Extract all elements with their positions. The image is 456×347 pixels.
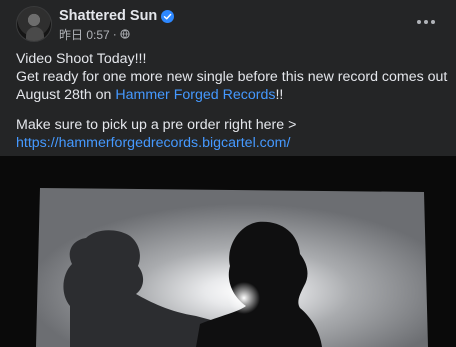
more-options-button[interactable] [412, 8, 440, 36]
post-meta: 昨日 0:57 · [59, 26, 130, 42]
post-text-line: Get ready for one more new single before… [16, 69, 448, 85]
more-options-icon [430, 20, 435, 24]
more-options-icon [417, 20, 422, 24]
hammer-forged-records-link[interactable]: Hammer Forged Records [115, 87, 275, 103]
post-text-line: August 28th on Hammer Forged Records!! [16, 86, 446, 104]
facebook-post: Shattered Sun 昨日 0:57 · Video Shoot Toda… [0, 0, 456, 347]
post-text-line: Video Shoot Today!!! [16, 51, 147, 67]
post-photo-image [0, 156, 456, 347]
post-text-line: Make sure to pick up a pre order right h… [16, 117, 297, 133]
verified-badge-icon [161, 9, 175, 23]
post-photo[interactable] [0, 156, 456, 347]
post-text: Video Shoot Today!!! Get ready for one m… [16, 50, 448, 152]
meta-separator: · [112, 27, 117, 41]
author-avatar[interactable] [16, 6, 52, 42]
post-header: Shattered Sun 昨日 0:57 · [16, 4, 440, 44]
author-row: Shattered Sun [59, 7, 175, 25]
post-text-segment: August 28th on [16, 87, 116, 103]
preorder-link-line: https://hammerforgedrecords.bigcartel.co… [16, 134, 446, 152]
more-options-icon [424, 20, 428, 24]
post-text-segment: !! [275, 87, 284, 103]
globe-icon[interactable] [120, 29, 130, 39]
preorder-store-link[interactable]: https://hammerforgedrecords.bigcartel.co… [16, 135, 290, 151]
post-timestamp[interactable]: 昨日 0:57 [59, 26, 110, 43]
author-name[interactable]: Shattered Sun [59, 8, 157, 24]
photo-light-flare [228, 282, 260, 314]
